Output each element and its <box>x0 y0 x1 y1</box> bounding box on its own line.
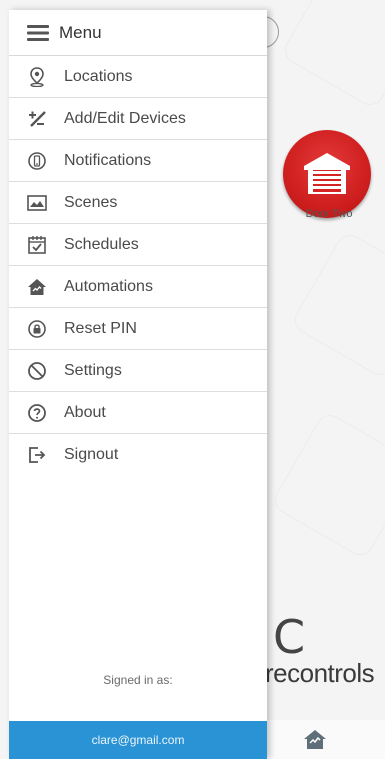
menu-item-settings[interactable]: Settings <box>9 350 267 392</box>
menu-item-schedules[interactable]: Schedules <box>9 224 267 266</box>
scenes-icon <box>27 193 47 213</box>
home-tab-button[interactable] <box>303 728 327 750</box>
menu-item-about[interactable]: About <box>9 392 267 434</box>
menu-item-label: Notifications <box>64 151 152 169</box>
menu-item-label: Locations <box>64 67 133 85</box>
lock-icon <box>27 319 47 339</box>
menu-list: Locations Add/Edit Devices Notifications… <box>9 56 267 476</box>
home-automation-icon <box>27 277 47 297</box>
menu-item-notifications[interactable]: Notifications <box>9 140 267 182</box>
menu-item-locations[interactable]: Locations <box>9 56 267 98</box>
app-screen: Door Two C recontrols Menu Locations Add… <box>0 0 385 759</box>
menu-item-scenes[interactable]: Scenes <box>9 182 267 224</box>
garage-door-button[interactable] <box>283 130 371 218</box>
menu-item-label: Schedules <box>64 235 139 253</box>
home-icon <box>304 730 326 749</box>
menu-item-reset-pin[interactable]: Reset PIN <box>9 308 267 350</box>
menu-item-label: Add/Edit Devices <box>64 109 186 127</box>
device-label: Door Two <box>305 208 353 220</box>
brand-glyph: C <box>273 614 306 664</box>
device-tile-door-two[interactable]: Door Two <box>283 125 385 225</box>
hamburger-menu-icon[interactable] <box>27 24 49 42</box>
location-pin-icon <box>27 66 47 87</box>
calendar-icon <box>27 235 47 255</box>
bottom-nav <box>267 720 385 759</box>
menu-item-label: Reset PIN <box>64 319 137 337</box>
navigation-drawer: Menu Locations Add/Edit Devices Notifica… <box>9 10 267 759</box>
menu-item-label: About <box>64 403 106 421</box>
garage-door-icon <box>304 153 350 194</box>
drawer-header[interactable]: Menu <box>9 10 267 56</box>
menu-item-label: Scenes <box>64 193 118 211</box>
brand-wordmark: recontrols <box>265 658 375 688</box>
help-icon <box>27 403 47 423</box>
account-email: clare@gmail.com <box>91 733 185 747</box>
signout-icon <box>27 445 47 465</box>
menu-item-label: Signout <box>64 446 119 463</box>
menu-item-label: Settings <box>64 361 122 379</box>
brand-logo: C recontrols <box>265 614 385 694</box>
menu-item-add-edit-devices[interactable]: Add/Edit Devices <box>9 98 267 140</box>
notification-icon <box>27 151 47 171</box>
menu-item-automations[interactable]: Automations <box>9 266 267 308</box>
add-edit-icon <box>27 109 47 129</box>
menu-item-signout[interactable]: Signout <box>9 434 267 476</box>
account-email-bar[interactable]: clare@gmail.com <box>9 721 267 759</box>
menu-item-label: Automations <box>64 277 153 295</box>
settings-icon <box>27 361 47 381</box>
signed-in-label: Signed in as: <box>103 673 173 687</box>
drawer-title: Menu <box>59 22 102 42</box>
